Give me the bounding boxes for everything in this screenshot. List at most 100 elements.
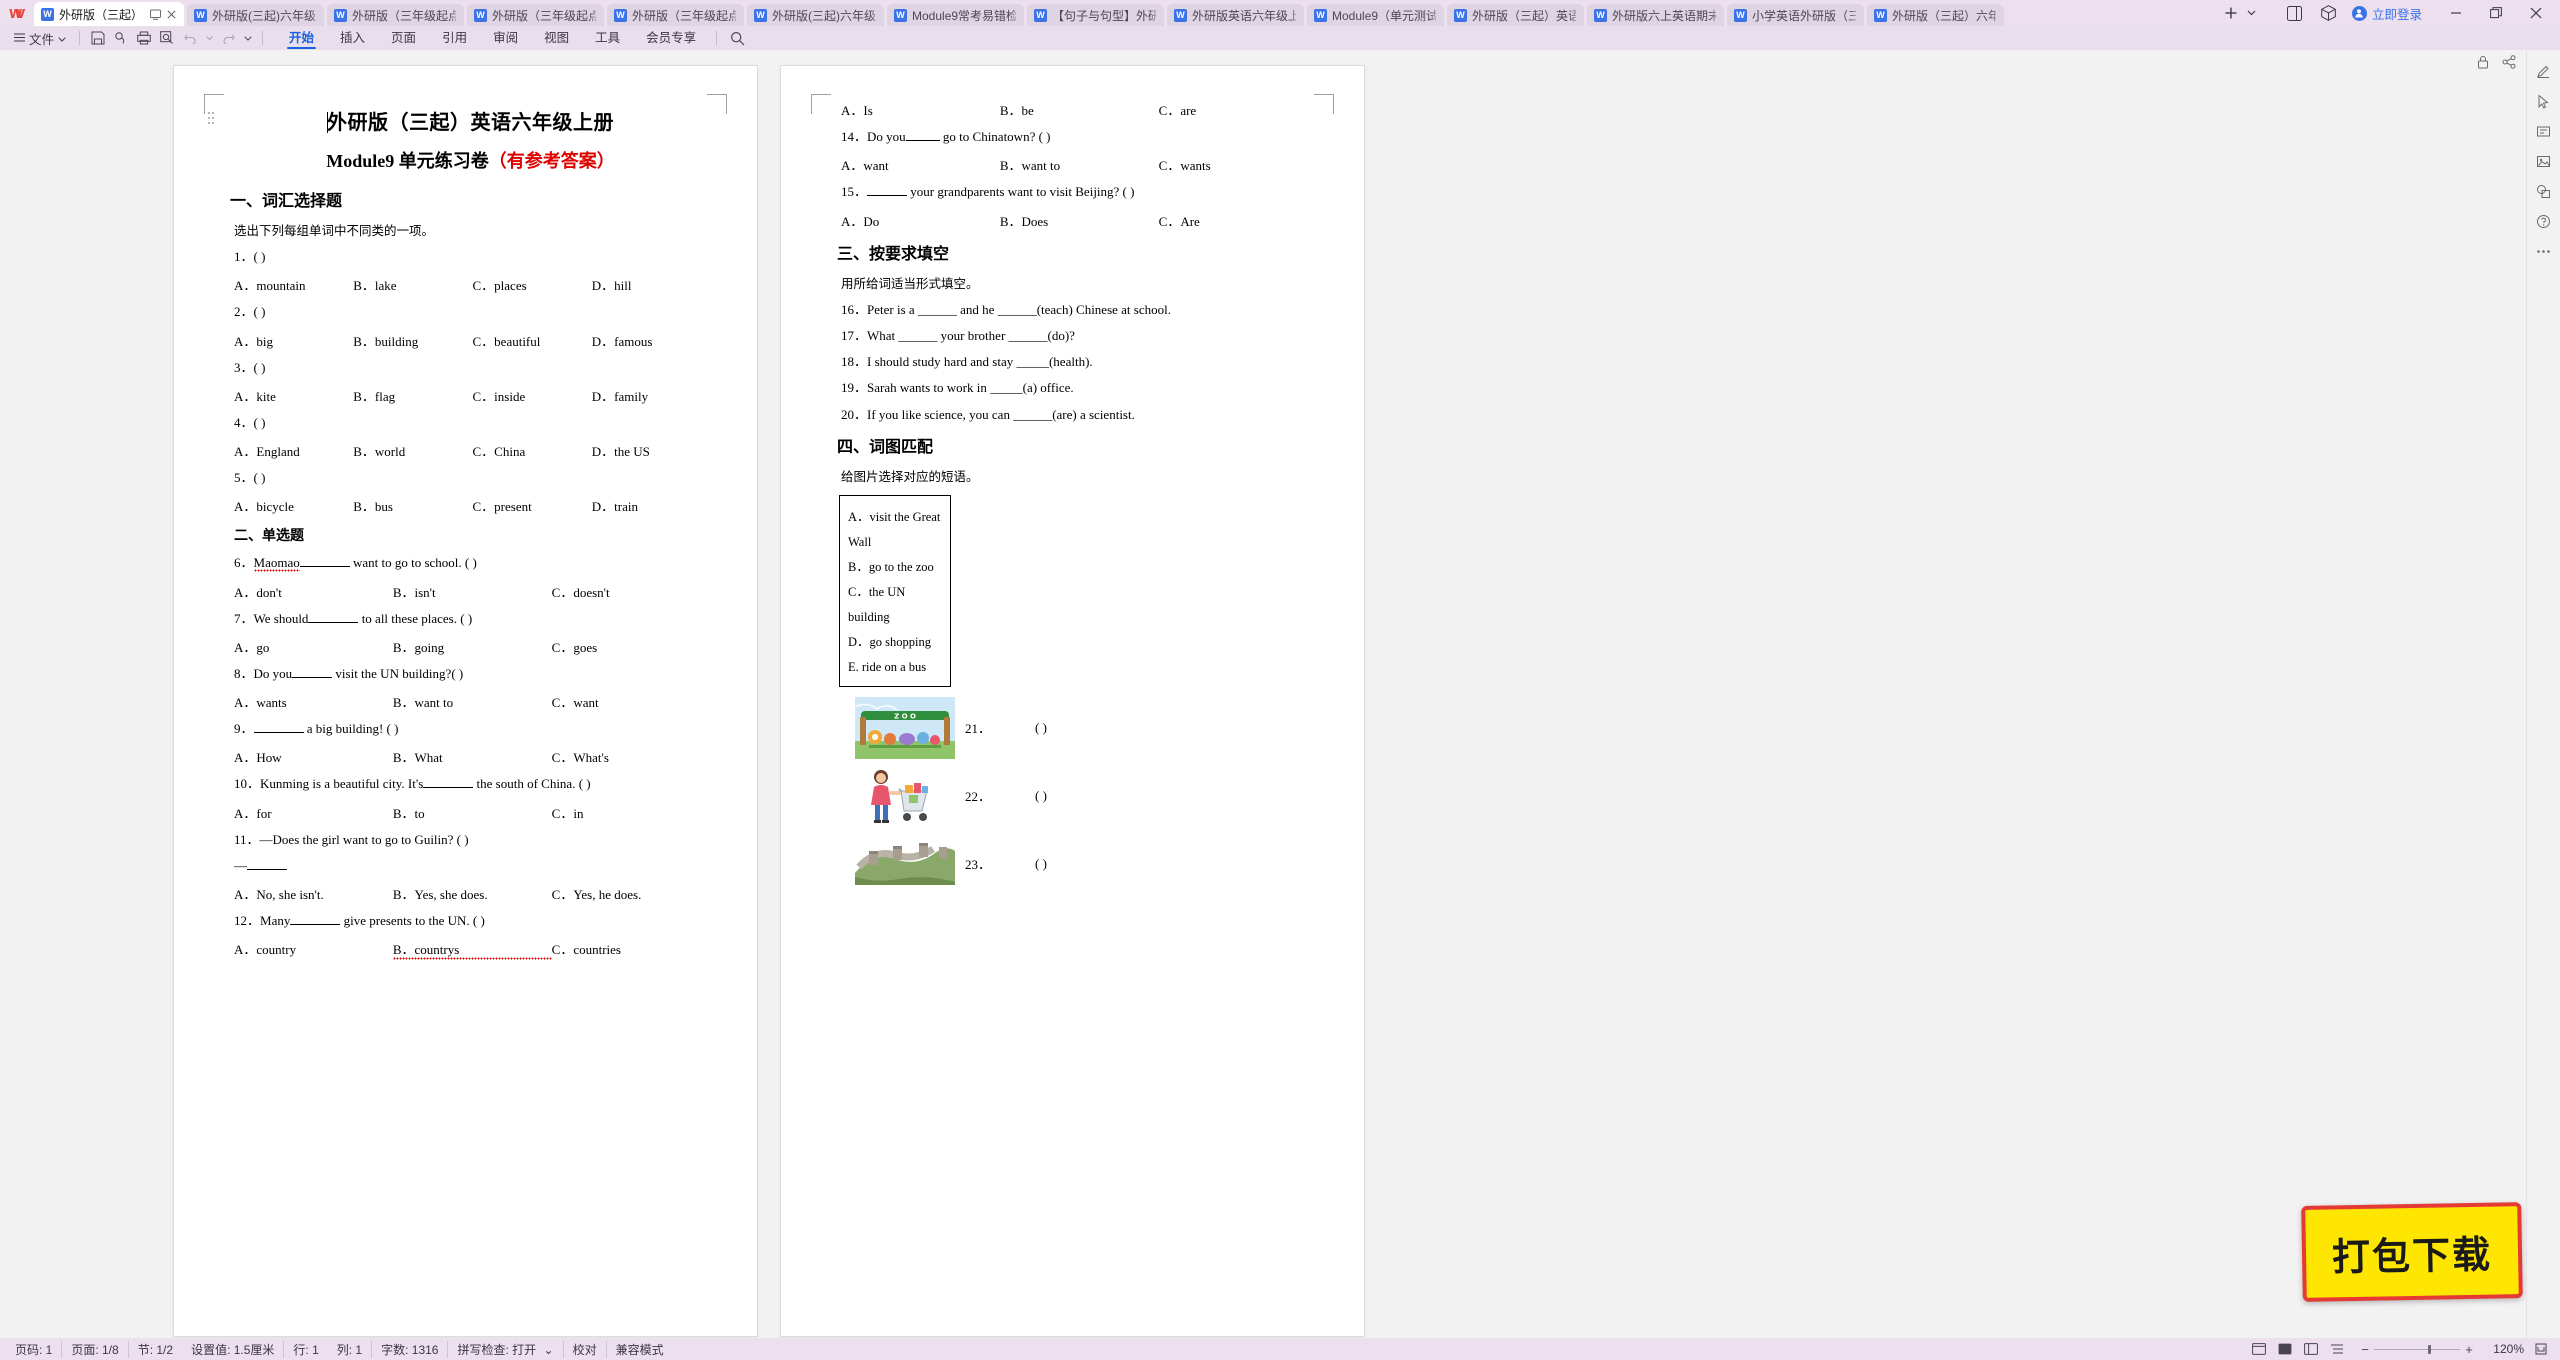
- section-note-4: 给图片选择对应的短语。: [841, 468, 979, 484]
- options-11: A．No, she isn't. B．Yes, she does. C．Yes,…: [234, 884, 711, 903]
- zoom-track[interactable]: [2374, 1344, 2460, 1354]
- cursor-select-icon[interactable]: [2531, 88, 2557, 114]
- pen-edit-icon[interactable]: [2531, 58, 2557, 84]
- download-watermark-badge[interactable]: 打包下载: [2301, 1202, 2523, 1302]
- tab-8[interactable]: W 外研版英语六年级上册: [1167, 4, 1305, 26]
- print-preview-icon[interactable]: [156, 28, 177, 48]
- fill-blank: [308, 612, 359, 623]
- more-options-icon[interactable]: [2531, 238, 2557, 264]
- status-page-count[interactable]: 页面: 1/8: [61, 1340, 127, 1358]
- zoom-in-button[interactable]: +: [2460, 1342, 2478, 1357]
- image-insert-icon[interactable]: [2531, 148, 2557, 174]
- tab-3[interactable]: W 外研版（三年级起点）: [467, 4, 605, 26]
- fit-page-icon[interactable]: [2528, 1338, 2554, 1360]
- tab-11[interactable]: W 外研版六上英语期末复: [1587, 4, 1725, 26]
- shopping-cart-woman-image[interactable]: [855, 764, 955, 827]
- new-tab-plus-icon[interactable]: [2218, 0, 2244, 26]
- tab-close-icon[interactable]: [167, 9, 176, 19]
- tab-6[interactable]: W Module9常考易错检测: [887, 4, 1025, 26]
- undo-icon[interactable]: [179, 28, 200, 48]
- picture-number-22: 22．: [965, 789, 992, 805]
- cube-app-icon[interactable]: [2312, 0, 2346, 26]
- status-section[interactable]: 节: 1/2: [127, 1340, 182, 1358]
- great-wall-image[interactable]: [855, 832, 955, 895]
- minimize-button[interactable]: [2436, 0, 2476, 26]
- chevron-down-icon: ⌄: [543, 1342, 554, 1357]
- focus-mode-icon[interactable]: [2246, 1338, 2272, 1360]
- tab-1[interactable]: W 外研版(三起)六年级英语: [187, 4, 325, 26]
- ribbon-tab-view[interactable]: 视图: [531, 26, 582, 50]
- ribbon-bar: 文件 开始 插入 页面 引用 审阅 视图 工具 会员专享: [0, 26, 2560, 50]
- tab-label: 小学英语外研版（三起: [1752, 8, 1857, 23]
- document-tabs: W 外研版（三起） W 外研版(三起)六年级英语 W 外研版（三年级起点） W 外研版…: [34, 2, 2210, 26]
- file-menu-button[interactable]: 文件: [8, 28, 72, 48]
- ribbon-tab-member[interactable]: 会员专享: [633, 26, 709, 50]
- word-doc-icon: W: [194, 8, 208, 22]
- quick-access-chevron-down-icon[interactable]: [241, 28, 255, 48]
- print-icon[interactable]: [133, 28, 154, 48]
- zoom-out-button[interactable]: −: [2356, 1342, 2374, 1357]
- tab-preview-icon[interactable]: [150, 9, 162, 20]
- maximize-restore-button[interactable]: [2476, 0, 2516, 26]
- tab-10[interactable]: W 外研版（三起）英语六: [1447, 4, 1585, 26]
- search-button[interactable]: [730, 31, 745, 46]
- web-view-icon[interactable]: [2298, 1338, 2324, 1360]
- status-page-number[interactable]: 页码: 1: [6, 1341, 61, 1358]
- document-page-2[interactable]: A．Is B．be C．are 14．Do you go to Chinatow…: [781, 66, 1364, 1336]
- close-button[interactable]: [2516, 0, 2556, 26]
- status-proofread[interactable]: 校对: [562, 1340, 606, 1358]
- document-page-1[interactable]: 外研版（三起）英语六年级上册 Module9 单元练习卷（有参考答案） 一、词汇…: [174, 66, 757, 1336]
- svg-text:Z O O: Z O O: [894, 712, 916, 720]
- status-row[interactable]: 行: 1: [283, 1340, 327, 1358]
- match-options-box: A．visit the Great Wall B．go to the zoo C…: [839, 494, 951, 687]
- tab-0[interactable]: W 外研版（三起）: [34, 2, 185, 26]
- tab-label: 外研版（三起）: [59, 7, 144, 22]
- save-icon[interactable]: [87, 28, 108, 48]
- ribbon-tab-insert[interactable]: 插入: [327, 26, 378, 50]
- lock-icon[interactable]: [2476, 55, 2490, 69]
- ribbon-tab-page[interactable]: 页面: [378, 26, 429, 50]
- tab-9[interactable]: W Module9（单元测试）: [1307, 4, 1445, 26]
- q-num: 8．: [234, 665, 254, 681]
- tab-5[interactable]: W 外研版(三起)六年级英语: [747, 4, 885, 26]
- sidebar-toggle-icon[interactable]: [2278, 0, 2312, 26]
- status-setting-value[interactable]: 设置值: 1.5厘米: [182, 1341, 283, 1358]
- ribbon-tab-tools[interactable]: 工具: [582, 26, 633, 50]
- ribbon-tab-home[interactable]: 开始: [276, 26, 327, 50]
- tab-4[interactable]: W 外研版（三年级起点）: [607, 4, 745, 26]
- status-word-count[interactable]: 字数: 1316: [371, 1340, 447, 1358]
- option-a: A．How: [234, 750, 282, 766]
- zoo-entrance-image[interactable]: Z O O: [855, 696, 955, 759]
- redo-icon[interactable]: [218, 28, 239, 48]
- status-spellcheck[interactable]: 拼写检查: 打开 ⌄: [447, 1340, 562, 1358]
- text-box-icon[interactable]: [2531, 118, 2557, 144]
- tab-label: 外研版英语六年级上册: [1192, 8, 1297, 23]
- help-icon[interactable]: [2531, 208, 2557, 234]
- undo-chevron-down-icon[interactable]: [202, 28, 216, 48]
- shapes-icon[interactable]: [2531, 178, 2557, 204]
- share-icon[interactable]: [2502, 55, 2516, 69]
- page-view-icon[interactable]: [2272, 1338, 2298, 1360]
- zoom-knob[interactable]: [2428, 1344, 2431, 1354]
- status-column[interactable]: 列: 1: [328, 1341, 371, 1358]
- tab-7[interactable]: W 【句子与句型】外研版: [1027, 4, 1165, 26]
- login-button[interactable]: 立即登录: [2351, 4, 2422, 23]
- avatar-icon: [2351, 5, 2367, 21]
- tab-12[interactable]: W 小学英语外研版（三起: [1727, 4, 1865, 26]
- match-option-d: D．go shopping: [848, 634, 931, 649]
- fill-blank: [253, 722, 304, 733]
- cloud-sync-icon[interactable]: [110, 28, 131, 48]
- outline-view-icon[interactable]: [2324, 1338, 2350, 1360]
- zoom-slider[interactable]: − +: [2356, 1342, 2478, 1357]
- q-dash: —: [234, 857, 247, 873]
- tab-list-chevron-down-icon[interactable]: [2244, 0, 2260, 26]
- zoom-level[interactable]: 120%: [2484, 1342, 2524, 1356]
- tab-2[interactable]: W 外研版（三年级起点）: [327, 4, 465, 26]
- paragraph-drag-handle[interactable]: [208, 112, 216, 128]
- ribbon-tab-reference[interactable]: 引用: [429, 26, 480, 50]
- ribbon-tab-review[interactable]: 审阅: [480, 26, 531, 50]
- section-note-1: 选出下列每组单词中不同类的一项。: [234, 223, 435, 238]
- wps-logo-icon[interactable]: W V: [0, 0, 34, 26]
- tab-13[interactable]: W 外研版（三起）六年级: [1867, 4, 2005, 26]
- status-compat-mode[interactable]: 兼容模式: [605, 1340, 673, 1358]
